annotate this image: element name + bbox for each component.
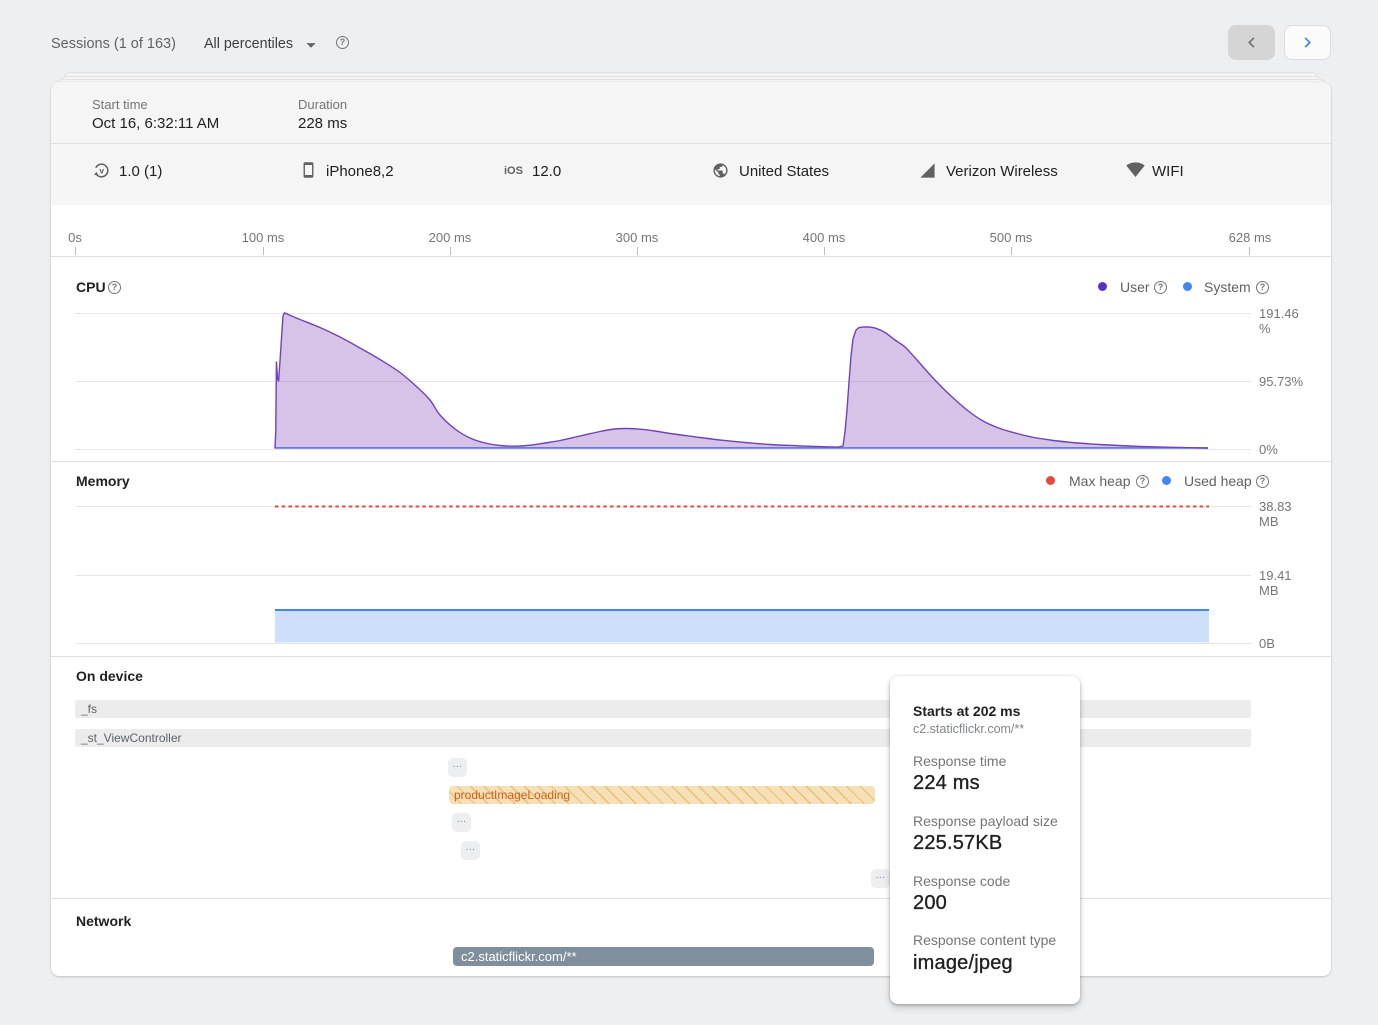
svg-text:v: v [99, 165, 104, 175]
